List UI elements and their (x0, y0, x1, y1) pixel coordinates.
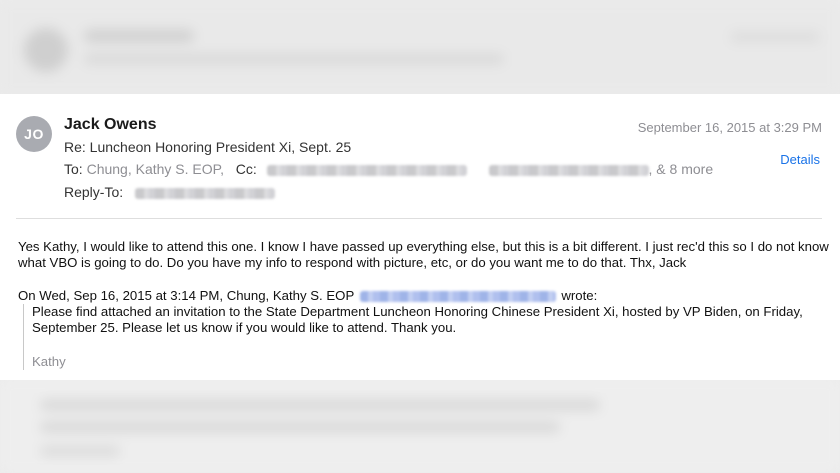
quote-attribution: On Wed, Sep 16, 2015 at 3:14 PM, Chung, … (18, 288, 597, 303)
redacted-sender-address (359, 291, 556, 303)
header-divider (16, 218, 822, 219)
blurred-text (40, 446, 120, 456)
quoted-body: Please find attached an invitation to th… (32, 304, 803, 335)
quoted-signature: Kathy (32, 354, 66, 369)
redacted-cc-address (488, 164, 649, 176)
sender-name[interactable]: Jack Owens (64, 116, 157, 134)
quote-intro: On Wed, Sep 16, 2015 at 3:14 PM, Chung, … (18, 288, 354, 303)
blurred-header-area (0, 0, 840, 96)
blurred-text (84, 54, 504, 64)
blurred-text (84, 30, 194, 42)
email-message: JO Jack Owens September 16, 2015 at 3:29… (0, 94, 840, 380)
quote-wrote: wrote: (561, 288, 598, 303)
blurred-avatar (24, 28, 68, 72)
redacted-cc-address (266, 164, 467, 176)
quoted-message: Please find attached an invitation to th… (23, 304, 812, 370)
details-link[interactable]: Details (780, 152, 820, 167)
reply-to-label: Reply-To: (64, 184, 124, 200)
recipients-line: To: Chung, Kathy S. EOP, Cc: , & 8 more (64, 161, 713, 177)
message-date: September 16, 2015 at 3:29 PM (637, 120, 822, 135)
blurred-text (730, 32, 820, 42)
blurred-footer-area (0, 378, 840, 473)
reply-to-line: Reply-To: (64, 184, 276, 200)
cc-more-count[interactable]: , & 8 more (649, 161, 714, 177)
sender-avatar: JO (16, 116, 52, 152)
to-label: To: (64, 161, 83, 177)
to-recipient[interactable]: Chung, Kathy S. EOP, (87, 161, 225, 177)
blurred-text (40, 400, 600, 410)
cc-label: Cc: (235, 161, 257, 177)
message-body: Yes Kathy, I would like to attend this o… (18, 239, 829, 270)
redacted-reply-to-address (135, 187, 276, 199)
blurred-text (40, 422, 560, 432)
message-subject: Re: Luncheon Honoring President Xi, Sept… (64, 139, 352, 155)
